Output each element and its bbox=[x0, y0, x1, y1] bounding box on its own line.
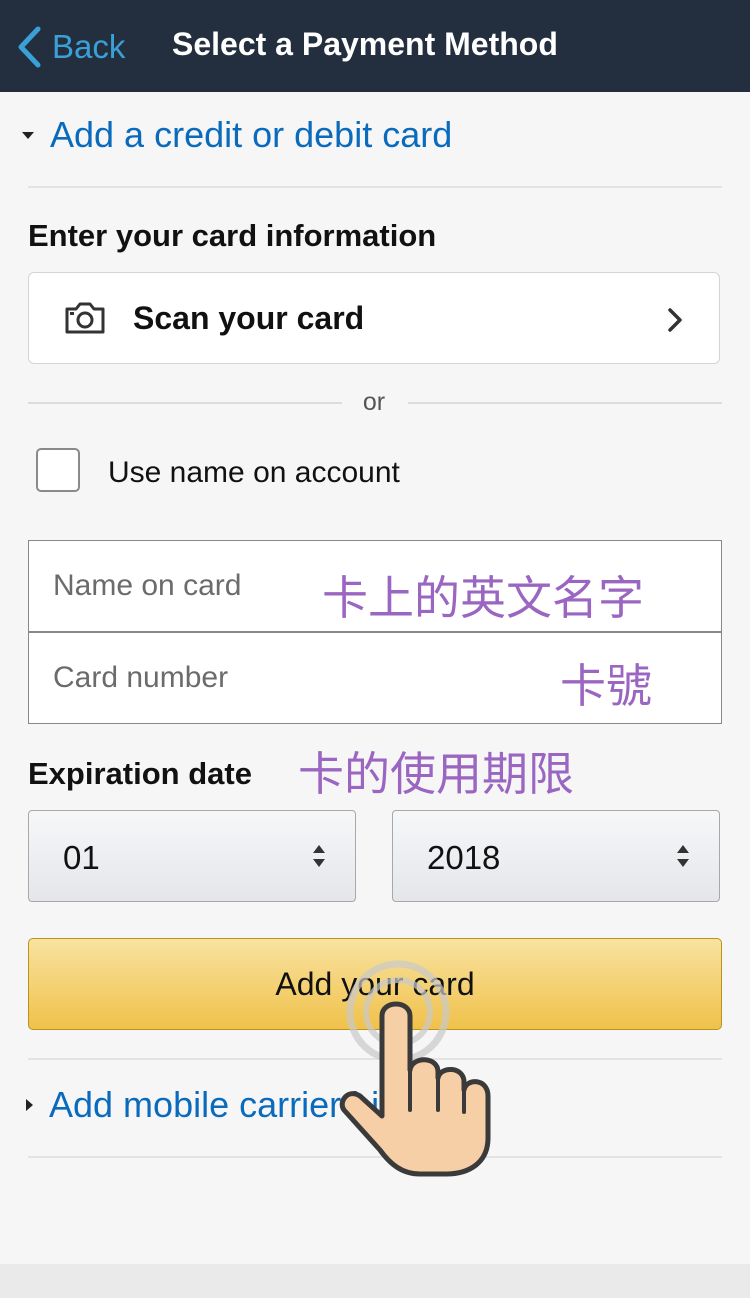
page-title: Select a Payment Method bbox=[172, 26, 558, 62]
caret-down-icon bbox=[22, 131, 34, 139]
camera-icon bbox=[63, 301, 107, 340]
scan-card-button[interactable]: Scan your card bbox=[28, 272, 720, 364]
year-value: 2018 bbox=[427, 839, 501, 876]
navigation-bar: Back Select a Payment Method bbox=[0, 0, 750, 92]
select-arrows-icon bbox=[675, 843, 691, 874]
or-divider-left bbox=[28, 402, 342, 404]
year-select[interactable]: 2018 bbox=[392, 810, 720, 902]
caret-right-icon bbox=[26, 1099, 33, 1111]
select-arrows-icon bbox=[311, 843, 327, 874]
use-name-checkbox[interactable] bbox=[36, 448, 80, 492]
card-info-heading: Enter your card information bbox=[28, 218, 437, 253]
chevron-right-icon bbox=[667, 307, 683, 338]
scan-card-label: Scan your card bbox=[133, 300, 365, 336]
month-value: 01 bbox=[63, 839, 100, 876]
number-annotation: 卡號 bbox=[560, 659, 652, 713]
chevron-left-icon bbox=[16, 25, 42, 69]
divider bbox=[28, 186, 722, 188]
expiry-annotation: 卡的使用期限 bbox=[298, 747, 574, 801]
or-divider-right bbox=[408, 402, 722, 404]
add-card-section-toggle[interactable]: Add a credit or debit card bbox=[22, 114, 452, 156]
name-annotation: 卡上的英文名字 bbox=[322, 571, 644, 625]
main-content: Add a credit or debit card Enter your ca… bbox=[0, 92, 750, 1264]
month-select[interactable]: 01 bbox=[28, 810, 356, 902]
add-card-section-label: Add a credit or debit card bbox=[50, 114, 453, 155]
hand-pointer-icon bbox=[336, 960, 506, 1185]
bottom-strip bbox=[0, 1264, 750, 1298]
use-name-label: Use name on account bbox=[108, 456, 400, 489]
back-button[interactable]: Back bbox=[16, 24, 125, 70]
back-label: Back bbox=[52, 28, 126, 65]
or-separator: or bbox=[362, 388, 386, 416]
expiration-label: Expiration date bbox=[28, 756, 252, 791]
